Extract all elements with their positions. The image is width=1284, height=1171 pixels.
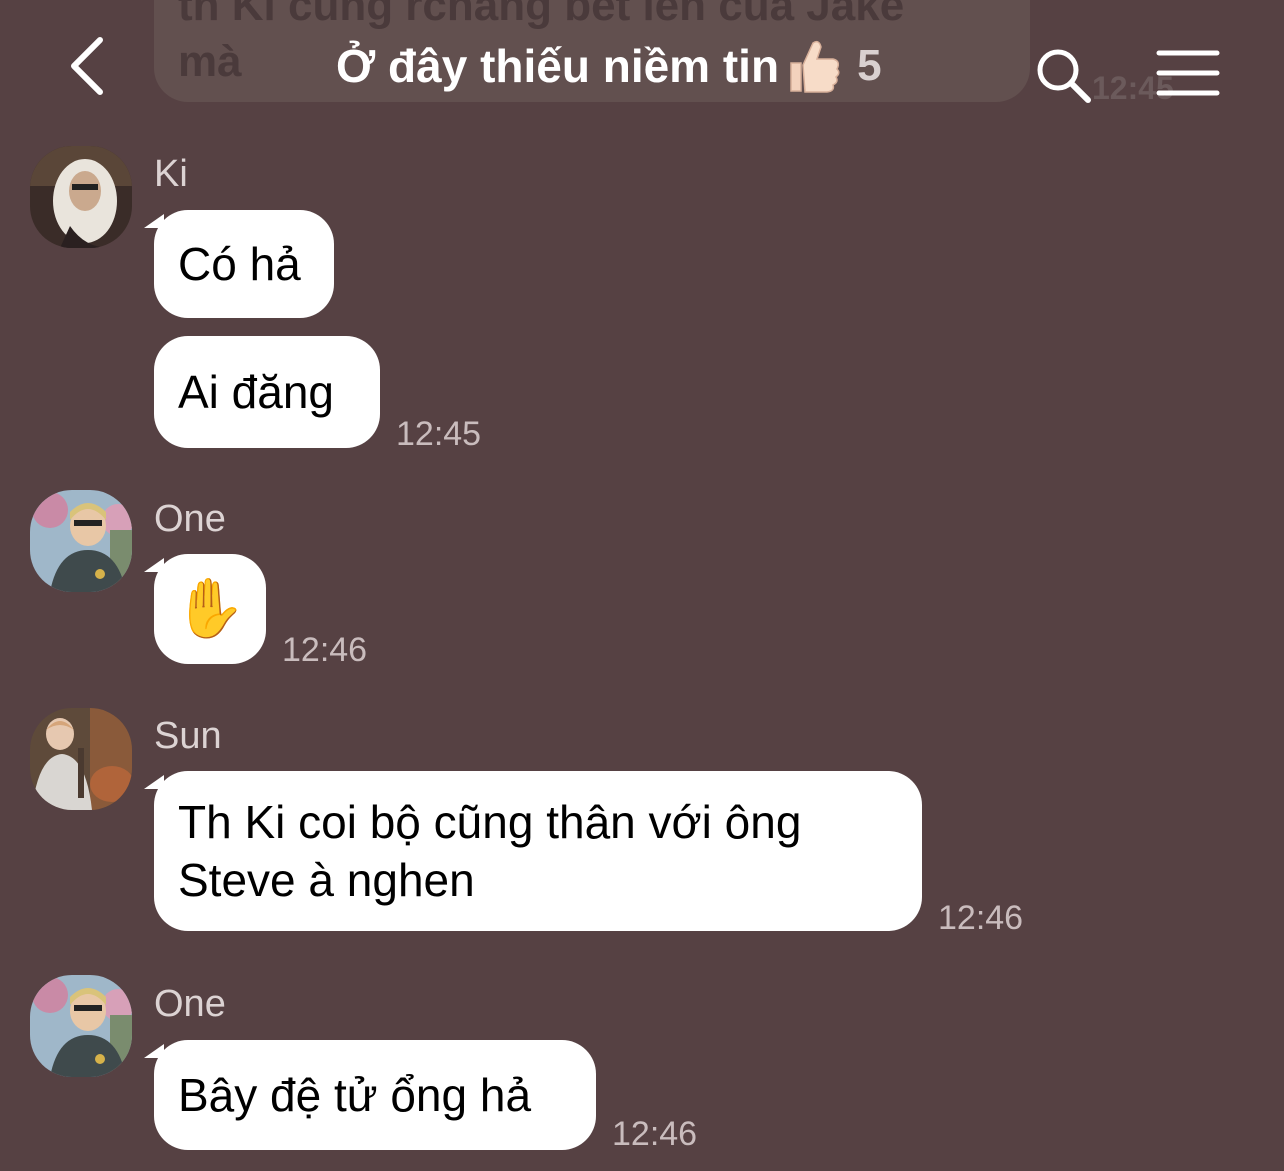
avatar-one[interactable] (30, 490, 132, 592)
avatar-image (30, 708, 132, 810)
thumbs-up-icon (783, 35, 843, 97)
chat-header: Ở đây thiếu niềm tin 5 (0, 0, 1284, 130)
message-text: Th Ki coi bộ cũng thân với ông Steve à n… (178, 796, 802, 906)
avatar-sun[interactable] (30, 708, 132, 810)
message-time: 12:45 (396, 415, 482, 453)
search-button[interactable] (1034, 46, 1094, 106)
menu-button[interactable] (1156, 48, 1220, 98)
message-text: Có hả (178, 238, 301, 290)
message-time: 12:46 (282, 631, 368, 669)
hamburger-menu-icon (1156, 50, 1220, 96)
chat-screen: th Ki cũng rchang bết lên của Jake mà 12… (0, 0, 1284, 1171)
chat-title: Ở đây thiếu niềm tin (336, 40, 780, 92)
message-text: Ai đăng (178, 366, 335, 418)
chat-title-group[interactable]: Ở đây thiếu niềm tin 5 (336, 34, 882, 98)
message-bubble[interactable]: Bây đệ tử ổng hả (154, 1040, 596, 1150)
sender-name: One (154, 983, 226, 1025)
member-count: 5 (857, 41, 882, 90)
avatar-image (30, 975, 132, 1077)
raised-hand-emoji: ✋ (173, 576, 247, 641)
avatar-image (30, 490, 132, 592)
message-bubble[interactable]: Ai đăng (154, 336, 380, 448)
chevron-left-icon (71, 37, 103, 95)
avatar-one[interactable] (30, 975, 132, 1077)
message-bubble[interactable]: Th Ki coi bộ cũng thân với ông Steve à n… (154, 771, 922, 931)
sender-name: One (154, 498, 226, 540)
message-text: Bây đệ tử ổng hả (178, 1069, 532, 1121)
avatar-image (30, 146, 132, 248)
message-bubble[interactable]: ✋ (154, 554, 266, 664)
search-icon (1037, 49, 1091, 103)
message-bubble[interactable]: Có hả (154, 210, 334, 318)
back-button[interactable] (60, 30, 120, 100)
message-time: 12:46 (612, 1115, 698, 1153)
sender-name: Ki (154, 153, 188, 195)
avatar-ki[interactable] (30, 146, 132, 248)
message-time: 12:46 (938, 899, 1024, 937)
sender-name: Sun (154, 715, 222, 757)
